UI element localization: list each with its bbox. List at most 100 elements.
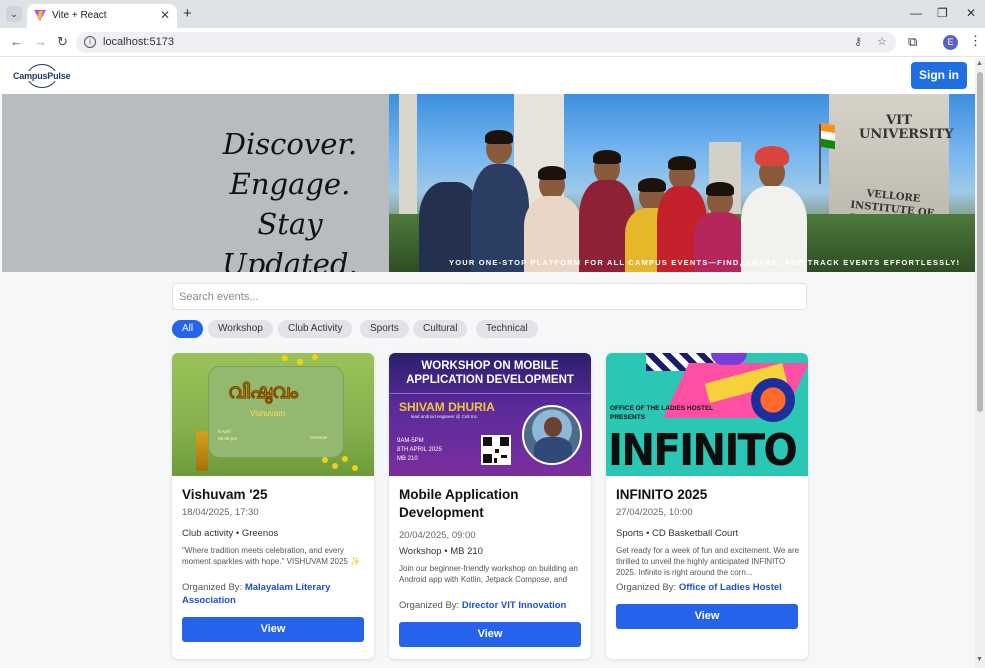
student-5-hair [638,178,666,192]
organizer-prefix: Organized By: [399,600,460,611]
ball-icon [751,378,795,422]
chip-technical[interactable]: Technical [476,320,538,338]
tab-search-chevron-icon[interactable]: ⌄ [6,6,22,22]
search-placeholder: Search events... [179,291,259,303]
event-description: Get ready for a week of fun and exciteme… [616,546,800,577]
event-datetime: 18/04/2025, 17:30 [182,507,259,518]
poster-time: 06-08 pm [218,436,238,441]
event-description: "Where tradition meets celebration, and … [182,546,361,566]
poster-date: 8 April [218,429,231,434]
event-organizer: Organized By: Director VIT Innovation [399,599,585,612]
konna-flower-icon [282,355,288,361]
event-organizer: Organized By: Office of Ladies Hostel [616,581,802,594]
hero-banner: Discover. Engage. Stay Updated. VIT UNIV… [2,94,975,272]
konna-flower-icon [312,354,318,360]
poster-time: 9AM-5PM [397,438,424,444]
tab-title: Vite + React [52,10,107,21]
student-8-turban [755,146,789,166]
site-info-icon[interactable]: i [84,36,96,48]
hero-headline: Discover. Engage. Stay Updated. [190,124,390,272]
search-input[interactable]: Search events... [172,283,807,310]
poster-title: INFINITO [608,425,798,476]
app-page: CampusPulse Sign in Discover. Engage. St… [0,58,975,668]
konna-flower-icon [297,359,303,365]
hero-line-discover: Discover. [222,127,358,161]
organizer-link[interactable]: Office of Ladies Hostel [679,582,782,593]
poster-date: 8TH APRIL 2025 [397,447,442,453]
bookmark-star-icon[interactable]: ☆ [877,35,887,48]
minimize-icon[interactable]: — [910,6,922,20]
event-title: INFINITO 2025 [616,487,708,502]
restore-icon[interactable]: ❐ [937,6,948,20]
chip-workshop[interactable]: Workshop [208,320,273,338]
event-card-infinito[interactable]: OFFICE OF THE LADIES HOSTEL PRESENTS INF… [606,353,808,659]
reload-icon[interactable]: ↻ [57,34,68,50]
event-datetime: 20/04/2025, 09:00 [399,530,476,541]
window-close-icon[interactable]: ✕ [966,6,976,20]
event-card-mobile-app-dev[interactable]: WORKSHOP ON MOBILE APPLICATION DEVELOPME… [389,353,591,659]
student-2-hair [485,130,513,144]
scroll-up-icon[interactable]: ▲ [976,60,983,67]
url-text[interactable]: localhost:5173 [103,36,174,48]
event-meta: Workshop • MB 210 [399,546,483,557]
poster-divider [389,393,591,394]
konna-flower-icon [322,457,328,463]
poster-venue: Greenos [310,435,328,440]
chip-cultural[interactable]: Cultural [413,320,468,338]
konna-flower-icon [342,456,348,462]
view-event-button[interactable]: View [616,604,798,629]
event-meta: Club activity • Greenos [182,528,279,539]
sign-in-button[interactable]: Sign in [911,62,967,89]
chip-all[interactable]: All [172,320,204,338]
poster-speaker: SHIVAM DHURIA [399,400,495,414]
campuspulse-logo[interactable]: CampusPulse [12,64,74,88]
poster-info: 9AM-5PM 8TH APRIL 2025 MB 210 [397,437,442,464]
hero-campus-photo: VIT UNIVERSITY VELLORE INSTITUTE OF TECH… [389,94,975,272]
back-icon[interactable]: ← [10,34,23,49]
poster-presenter: OFFICE OF THE LADIES HOSTEL PRESENTS [610,405,714,421]
qr-code-icon [481,435,511,465]
event-poster-vishuvam[interactable]: വിഷുവം Vishuvam 8 April 06-08 pm Greenos [172,353,374,476]
browser-menu-icon[interactable]: ⋮ [969,33,982,49]
organizer-link[interactable]: Director VIT Innovation [462,600,567,611]
event-title: Mobile Application Development [399,487,519,520]
logo-text: CampusPulse [12,71,72,81]
event-poster-infinito[interactable]: OFFICE OF THE LADIES HOSTEL PRESENTS INF… [606,353,808,476]
profile-avatar[interactable]: E [943,35,958,50]
view-event-button[interactable]: View [399,622,581,647]
close-tab-icon[interactable]: ✕ [160,8,170,22]
konna-flower-icon [332,463,338,469]
vite-favicon-icon [34,10,46,21]
event-meta: Sports • CD Basketball Court [616,528,739,539]
hero-line-stay-updated: Stay Updated. [222,207,358,272]
hero-line-engage: Engage. [229,167,351,201]
event-card-vishuvam[interactable]: വിഷുവം Vishuvam 8 April 06-08 pm Greenos… [172,353,374,659]
page-scrollbar[interactable]: ▲ ▼ [975,58,985,668]
indian-flag-icon [821,122,835,150]
browser-tab[interactable]: Vite + React ✕ [27,4,177,28]
poster-title-malayalam: വിഷുവം [228,381,298,404]
student-7-hair [706,182,734,196]
organizer-prefix: Organized By: [182,582,243,593]
view-event-button[interactable]: View [182,617,364,642]
event-poster-mobile-app-dev[interactable]: WORKSHOP ON MOBILE APPLICATION DEVELOPME… [389,353,591,476]
event-organizer: Organized By: Malayalam Literary Associa… [182,581,368,607]
scroll-down-icon[interactable]: ▼ [976,656,983,663]
extensions-puzzle-icon[interactable]: ⧉ [908,34,917,50]
scrollbar-thumb[interactable] [977,72,983,412]
chip-club-activity[interactable]: Club Activity [278,320,353,338]
organizer-prefix: Organized By: [616,582,677,593]
address-bar[interactable]: i localhost:5173 ⚷ ☆ [76,32,896,53]
chip-sports[interactable]: Sports [360,320,409,338]
student-2 [471,164,529,272]
student-3-hair [538,166,566,180]
new-tab-icon[interactable]: + [183,5,192,22]
forward-icon[interactable]: → [34,34,47,49]
oil-lamp-icon [196,431,208,471]
speaker-photo [522,405,582,465]
poster-subtitle: Vishuvam [250,409,285,418]
student-6-hair [668,156,696,170]
hero-tagline: YOUR ONE-STOP PLATFORM FOR ALL CAMPUS EV… [449,258,961,267]
konna-flower-icon [352,465,358,471]
password-key-icon[interactable]: ⚷ [854,35,862,48]
